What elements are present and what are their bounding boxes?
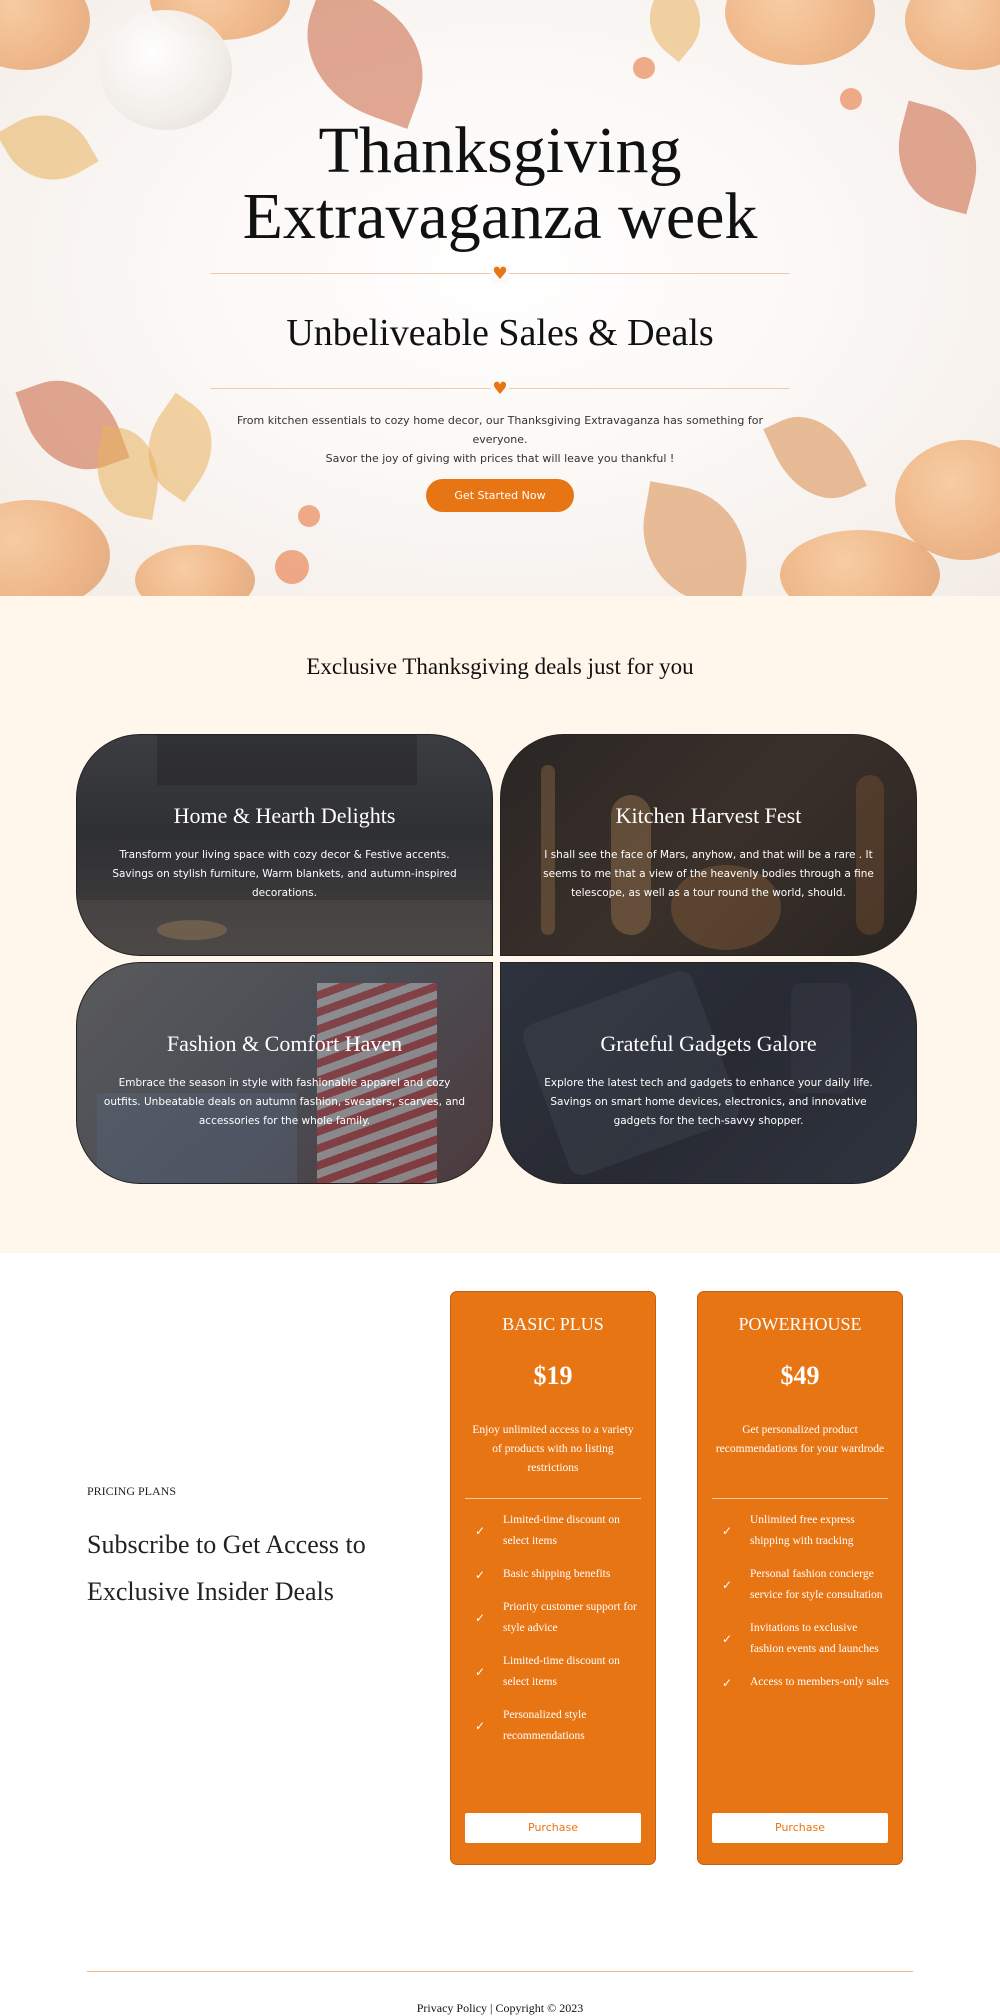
check-icon: ✓	[475, 1611, 486, 1625]
list-item: ✓ Access to members-only sales	[716, 1672, 890, 1693]
check-icon: ✓	[722, 1632, 733, 1646]
list-item: ✓ Priority customer support for style adv…	[469, 1597, 643, 1639]
plan-card-powerhouse: POWERHOUSE $49 Get personalized product …	[697, 1291, 903, 1865]
list-item: ✓ Basic shipping benefits	[469, 1564, 643, 1585]
deal-card-title: Fashion & Comfort Haven	[166, 1031, 403, 1056]
feature-text: Unlimited free express shipping with tra…	[750, 1514, 855, 1547]
deals-title: Exclusive Thanksgiving deals just for yo…	[306, 654, 694, 679]
deal-card-gadgets[interactable]: Grateful Gadgets Galore Explore the late…	[500, 962, 917, 1184]
check-icon: ✓	[722, 1524, 733, 1538]
deal-card-home[interactable]: Home & Hearth Delights Transform your li…	[76, 734, 493, 956]
plan-price: $49	[780, 1361, 820, 1390]
feature-text: Priority customer support for style advi…	[503, 1601, 637, 1634]
plan-name: BASIC PLUS	[502, 1314, 604, 1334]
feature-list: ✓ Unlimited free express shipping with tr…	[698, 1510, 902, 1693]
divider: ♥	[210, 379, 790, 399]
list-item: ✓ Unlimited free express shipping with tr…	[716, 1510, 890, 1552]
footer-text: Privacy Policy | Copyright © 2023	[416, 2001, 584, 2015]
plan-description: Enjoy unlimited access to a variety of p…	[472, 1424, 634, 1474]
pricing-heading: Subscribe to Get Access to Exclusive Ins…	[87, 1530, 366, 1606]
deal-card-title: Home & Hearth Delights	[173, 803, 396, 828]
divider	[465, 1498, 641, 1499]
pumpkin-decoration	[0, 500, 110, 596]
card-image	[519, 967, 743, 1179]
feature-text: Limited-time discount on select items	[503, 1655, 620, 1688]
list-item: ✓ Limited-time discount on select items	[469, 1651, 643, 1693]
feature-list: ✓ Limited-time discount on select items ✓…	[451, 1510, 655, 1747]
hero-subtitle: Unbeliveable Sales & Deals	[286, 312, 714, 354]
hero-title-line1: Thanksgiving	[318, 114, 682, 187]
check-icon: ✓	[475, 1719, 486, 1733]
check-icon: ✓	[722, 1578, 733, 1592]
purchase-button[interactable]: Purchase	[712, 1813, 888, 1843]
list-item: ✓ Personalized style recommendations	[469, 1705, 643, 1747]
divider: ♥	[210, 264, 790, 284]
feature-text: Invitations to exclusive fashion events …	[750, 1622, 879, 1655]
list-item: ✓ Limited-time discount on select items	[469, 1510, 643, 1552]
deal-card-text: I shall see the face of Mars, anyhow, an…	[543, 849, 874, 899]
berry-decoration	[275, 550, 309, 584]
page-title: Thanksgiving Extravaganza week	[0, 118, 1000, 250]
deals-section: Exclusive Thanksgiving deals just for yo…	[0, 596, 1000, 1253]
hero-section: Thanksgiving Extravaganza week ♥ Unbeliv…	[0, 0, 1000, 596]
feature-text: Access to members-only sales	[750, 1676, 889, 1688]
pricing-label: PRICING PLANS	[87, 1484, 177, 1498]
feature-text: Limited-time discount on select items	[503, 1514, 620, 1547]
deal-card-text: Embrace the season in style with fashion…	[103, 1077, 466, 1127]
deal-card-title: Grateful Gadgets Galore	[600, 1031, 817, 1056]
feature-text: Personalized style recommendations	[503, 1709, 587, 1742]
pricing-section: PRICING PLANS Subscribe to Get Access to…	[0, 1253, 1000, 1971]
plan-description: Get personalized product recommendations…	[715, 1424, 885, 1455]
pumpkin-decoration	[135, 545, 255, 596]
deal-card-kitchen[interactable]: Kitchen Harvest Fest I shall see the fac…	[500, 734, 917, 956]
plan-name: POWERHOUSE	[738, 1314, 862, 1334]
card-image	[77, 900, 492, 955]
hero-content: Thanksgiving Extravaganza week ♥ Unbeliv…	[0, 0, 1000, 512]
deal-card-text: Explore the latest tech and gadgets to e…	[544, 1077, 873, 1127]
plan-price: $19	[533, 1361, 573, 1390]
hero-desc-line2: Savor the joy of giving with prices that…	[325, 452, 675, 465]
hero-desc-line1: From kitchen essentials to cozy home dec…	[236, 414, 763, 446]
plan-card-basic-plus: BASIC PLUS $19 Enjoy unlimited access to…	[450, 1291, 656, 1865]
heart-icon: ♥	[491, 264, 509, 284]
check-icon: ✓	[722, 1675, 733, 1690]
deal-card-text: Transform your living space with cozy de…	[112, 849, 457, 899]
divider	[712, 1498, 888, 1499]
card-image	[157, 920, 227, 940]
heart-icon: ♥	[491, 379, 509, 399]
feature-text: Basic shipping benefits	[503, 1568, 611, 1580]
get-started-button[interactable]: Get Started Now	[426, 479, 574, 512]
list-item: ✓ Invitations to exclusive fashion events…	[716, 1618, 890, 1660]
list-item: ✓ Personal fashion concierge service for …	[716, 1564, 890, 1606]
card-image	[157, 735, 417, 785]
check-icon: ✓	[475, 1567, 486, 1582]
feature-text: Personal fashion concierge service for s…	[750, 1568, 883, 1601]
deal-card-title: Kitchen Harvest Fest	[615, 803, 802, 828]
check-icon: ✓	[475, 1665, 486, 1679]
hero-description: From kitchen essentials to cozy home dec…	[220, 411, 780, 468]
purchase-button[interactable]: Purchase	[465, 1813, 641, 1843]
hero-title-line2: Extravaganza week	[242, 180, 758, 253]
deal-card-fashion[interactable]: Fashion & Comfort Haven Embrace the seas…	[76, 962, 493, 1184]
check-icon: ✓	[475, 1524, 486, 1538]
